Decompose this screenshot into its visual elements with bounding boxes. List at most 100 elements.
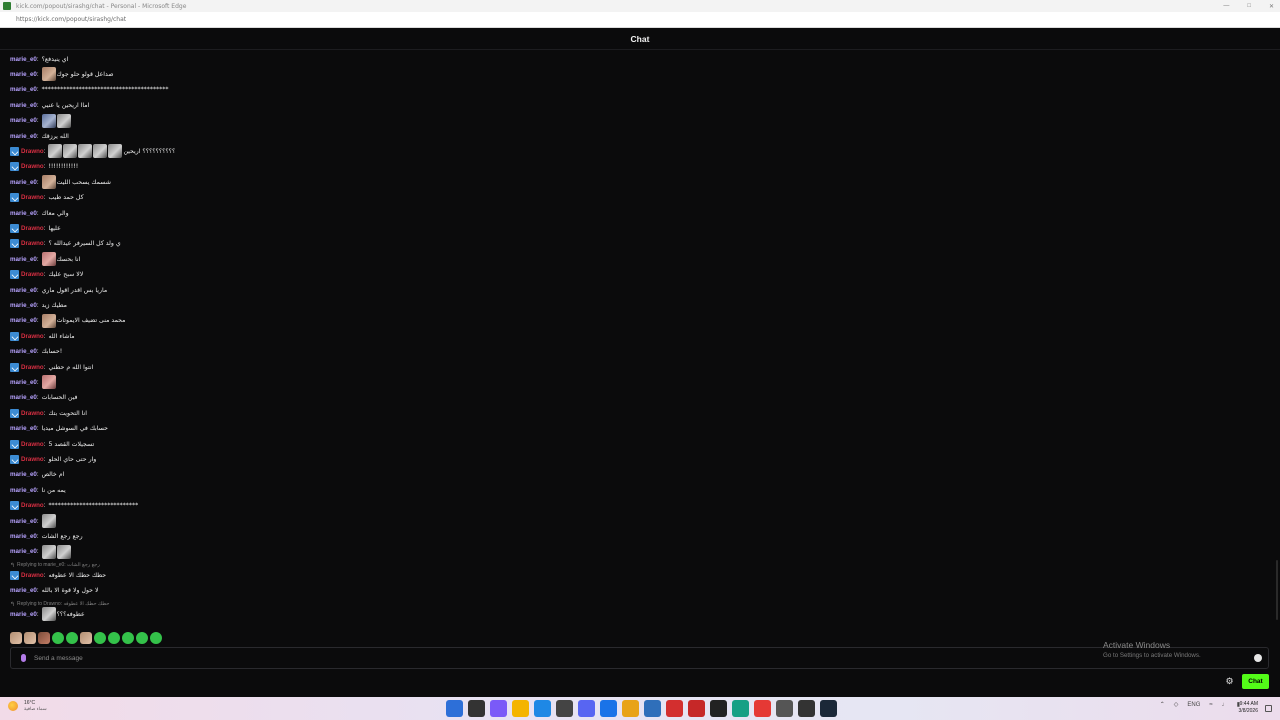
- message-input[interactable]: [34, 654, 1214, 662]
- chat-message[interactable]: marie_e0: حسابك!: [10, 345, 62, 359]
- emote-image[interactable]: [41, 544, 56, 559]
- message-username[interactable]: marie_e0: [10, 487, 37, 494]
- message-username[interactable]: marie_e0: [10, 548, 37, 555]
- windows-start-icon[interactable]: [446, 700, 463, 717]
- emote-image[interactable]: [56, 544, 71, 559]
- copilot-icon[interactable]: [490, 700, 507, 717]
- message-username[interactable]: Drawno: [21, 410, 44, 417]
- sub-badge-icon[interactable]: [10, 454, 19, 464]
- emote-image[interactable]: [78, 144, 93, 159]
- message-username[interactable]: Drawno: [21, 163, 44, 170]
- message-username[interactable]: marie_e0: [10, 56, 37, 63]
- message-list[interactable]: marie_e0: اي ينيدفع؟ marie_e0: صداعل قولو ح…: [0, 52, 1280, 644]
- address-bar[interactable]: https://kick.com/popout/sirashg/chat: [0, 12, 1280, 28]
- quick-emote-icon[interactable]: [136, 632, 148, 644]
- chat-message[interactable]: marie_e0: ماريا بس اقدر اقول ماري: [10, 283, 107, 297]
- message-username[interactable]: marie_e0: [10, 133, 37, 140]
- chat-message[interactable]: Drawno: تسجيلات القصد 5: [10, 437, 94, 451]
- chat-message[interactable]: marie_e0: محمد منى تضيف الايموتات: [10, 313, 126, 328]
- emote-image[interactable]: [41, 252, 56, 267]
- quick-emote-icon[interactable]: [52, 632, 64, 644]
- message-input-box[interactable]: [10, 647, 1269, 669]
- chat-message[interactable]: marie_e0: لا حول ولا قوة الا بالله: [10, 584, 98, 598]
- emote-image[interactable]: [41, 375, 56, 390]
- quick-emote-icon[interactable]: [10, 632, 22, 644]
- quick-emote-icon[interactable]: [80, 632, 92, 644]
- chat-message[interactable]: marie_e0: ام خالص: [10, 468, 64, 482]
- message-username[interactable]: Drawno: [21, 572, 44, 579]
- chat-message[interactable]: marie_e0: عطوفه؟؟؟: [10, 607, 85, 621]
- chat-message[interactable]: Drawno: كل حمد طيب: [10, 191, 84, 205]
- chat-message[interactable]: Drawno: انتوا الله م حطني: [10, 360, 93, 374]
- quick-emote-icon[interactable]: [150, 632, 162, 644]
- emote-picker-icon[interactable]: [21, 654, 26, 662]
- message-username[interactable]: Drawno: [21, 502, 44, 509]
- camtasia-icon[interactable]: [732, 700, 749, 717]
- quick-emote-icon[interactable]: [108, 632, 120, 644]
- emote-image[interactable]: [41, 514, 56, 528]
- message-username[interactable]: marie_e0: [10, 425, 37, 432]
- sub-badge-icon[interactable]: [10, 239, 19, 249]
- emote-image[interactable]: [63, 144, 78, 159]
- youtube-icon[interactable]: [754, 700, 771, 717]
- chat-message[interactable]: Drawno: عليها: [10, 221, 61, 235]
- chat-message[interactable]: marie_e0: الله يرزقك: [10, 129, 69, 143]
- sub-badge-icon[interactable]: [10, 408, 19, 418]
- message-username[interactable]: marie_e0: [10, 587, 37, 594]
- sub-badge-icon[interactable]: [10, 439, 19, 449]
- message-username[interactable]: Drawno: [21, 148, 44, 155]
- acrobat-icon[interactable]: [666, 700, 683, 717]
- message-username[interactable]: marie_e0: [10, 348, 37, 355]
- chat-message[interactable]: marie_e0:: [10, 113, 72, 128]
- chat-message[interactable]: marie_e0: اماا اريحين يا عنيي: [10, 98, 89, 112]
- obs-icon[interactable]: [710, 700, 727, 717]
- edge-icon[interactable]: [534, 700, 551, 717]
- close-icon[interactable]: ✕: [1269, 3, 1274, 10]
- sub-badge-icon[interactable]: [10, 223, 19, 233]
- sub-badge-icon[interactable]: [10, 362, 19, 372]
- chat-message[interactable]: marie_e0: يمه من نا: [10, 483, 66, 497]
- message-username[interactable]: marie_e0: [10, 256, 37, 263]
- chat-message[interactable]: marie_e0: انا بحسك: [10, 252, 80, 267]
- message-username[interactable]: Drawno: [21, 225, 44, 232]
- quick-emote-icon[interactable]: [66, 632, 78, 644]
- message-username[interactable]: Drawno: [21, 364, 44, 371]
- message-username[interactable]: Drawno: [21, 456, 44, 463]
- sub-badge-icon[interactable]: [10, 162, 19, 172]
- chat-message[interactable]: marie_e0: صداعل قولو حلو جوك: [10, 67, 114, 82]
- maximize-icon[interactable]: □: [1247, 3, 1251, 9]
- minimize-icon[interactable]: —: [1223, 3, 1229, 9]
- message-username[interactable]: marie_e0: [10, 611, 37, 618]
- pdf-icon[interactable]: [688, 700, 705, 717]
- message-username[interactable]: marie_e0: [10, 117, 37, 124]
- search-icon[interactable]: [468, 700, 485, 717]
- message-username[interactable]: marie_e0: [10, 102, 37, 109]
- chat-message[interactable]: Drawno: انا التحويت بتك: [10, 406, 87, 420]
- chat-message[interactable]: Drawno: ماشاء الله: [10, 329, 75, 343]
- file-explorer-icon[interactable]: [512, 700, 529, 717]
- chat-message[interactable]: Drawno: لالا سبح عليك: [10, 268, 83, 282]
- chat-message[interactable]: marie_e0: رجع رجع الشات: [10, 529, 83, 543]
- clock[interactable]: 9:44 AM 3/8/2026: [1239, 701, 1258, 715]
- emote-image[interactable]: [56, 113, 71, 128]
- chat-message[interactable]: marie_e0:: [10, 544, 72, 559]
- quick-emote-icon[interactable]: [122, 632, 134, 644]
- chat-message[interactable]: marie_e0:: [10, 514, 57, 528]
- chat-message[interactable]: marie_e0: *******************************…: [10, 83, 168, 97]
- message-username[interactable]: marie_e0: [10, 471, 37, 478]
- emote-image[interactable]: [41, 113, 56, 128]
- message-username[interactable]: marie_e0: [10, 317, 37, 324]
- message-username[interactable]: Drawno: [21, 194, 44, 201]
- quick-emote-icon[interactable]: [38, 632, 50, 644]
- sub-badge-icon[interactable]: [10, 570, 19, 580]
- url-text[interactable]: https://kick.com/popout/sirashg/chat: [16, 16, 126, 23]
- emote-image[interactable]: [93, 144, 108, 159]
- message-username[interactable]: Drawno: [21, 271, 44, 278]
- chat-message[interactable]: Drawno:!!!!!!!!!!!!: [10, 160, 78, 174]
- message-username[interactable]: Drawno: [21, 333, 44, 340]
- quick-emote-icon[interactable]: [94, 632, 106, 644]
- chat-message[interactable]: marie_e0: فين الحسابات: [10, 391, 78, 405]
- message-username[interactable]: marie_e0: [10, 302, 37, 309]
- scrollbar[interactable]: [1276, 560, 1278, 620]
- chat-message[interactable]: Drawno: ي ولد كل السيرفر عيدالله ؟: [10, 237, 121, 251]
